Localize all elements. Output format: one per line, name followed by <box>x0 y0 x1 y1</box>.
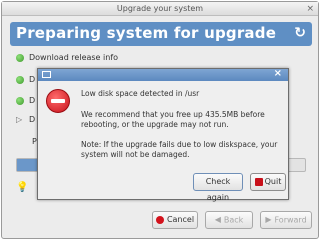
check-again-button[interactable]: Check again <box>193 173 243 202</box>
dialog-message-title: Low disk space detected in /usr <box>81 89 200 98</box>
step-complete-icon <box>16 53 24 62</box>
step-download-release-info: Download release info <box>16 52 118 64</box>
page-header: Preparing system for upgrade ↻ <box>10 22 312 46</box>
back-label: Back <box>223 215 244 225</box>
forward-button[interactable]: ▶ Forward <box>260 211 312 229</box>
step-current-arrow-icon: ▷ <box>16 115 23 124</box>
dialog-titlebar: × <box>38 68 288 81</box>
step-label: Download release info <box>29 53 119 62</box>
quit-button[interactable]: Quit <box>250 173 286 191</box>
window-titlebar: Upgrade your system × <box>2 2 318 16</box>
check-again-label: Check again <box>205 177 231 202</box>
forward-label: Forward <box>274 215 307 225</box>
step-label: D <box>29 115 36 124</box>
step-label: D <box>29 96 36 105</box>
back-button[interactable]: ◀ Back <box>205 211 253 229</box>
window-title: Upgrade your system <box>116 4 204 13</box>
hint-lightbulb-icon: 💡 <box>16 182 29 193</box>
quit-label: Quit <box>264 177 282 186</box>
forward-arrow-icon: ▶ <box>265 215 272 224</box>
step-label: D <box>29 75 36 84</box>
dialog-message-body: We recommend that you free up 435.5MB be… <box>81 110 265 129</box>
refresh-icon: ↻ <box>294 25 306 41</box>
page-title: Preparing system for upgrade <box>16 24 277 42</box>
cancel-icon <box>155 215 164 224</box>
quit-icon <box>254 177 263 186</box>
step-complete-icon <box>16 96 24 105</box>
cancel-label: Cancel <box>166 215 195 224</box>
low-disk-space-dialog: × Low disk space detected in /usr We rec… <box>37 68 289 202</box>
cancel-button[interactable]: Cancel <box>152 211 198 229</box>
step-4: ▷ D <box>16 114 35 126</box>
back-arrow-icon: ◀ <box>214 215 221 224</box>
error-icon <box>46 89 70 113</box>
window-icon <box>42 71 51 78</box>
dialog-close-icon[interactable]: × <box>274 68 282 79</box>
window-close-icon[interactable]: × <box>306 2 314 16</box>
step-2: D <box>16 74 35 86</box>
step-3: D <box>16 95 35 107</box>
step-complete-icon <box>16 75 24 84</box>
dialog-message-note: Note: If the upgrade fails due to low di… <box>81 140 278 159</box>
